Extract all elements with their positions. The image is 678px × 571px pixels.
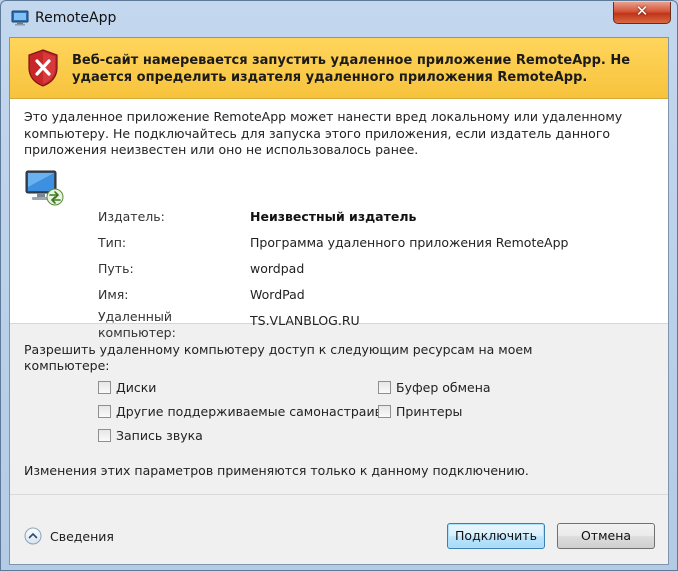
other-devices-label: Другие поддерживаемые самонастраив [116, 404, 382, 419]
printers-checkbox[interactable]: Принтеры [378, 404, 462, 419]
drives-checkbox[interactable]: Диски [98, 380, 156, 395]
printers-label: Принтеры [396, 404, 463, 419]
remote-computer-icon [25, 170, 64, 206]
publisher-label: Издатель: [98, 209, 165, 224]
remote-computer-value: TS.VLANBLOG.RU [250, 313, 360, 328]
chevron-up-icon[interactable] [24, 527, 42, 545]
path-label: Путь: [98, 261, 134, 276]
footer-divider [10, 494, 668, 495]
clipboard-checkbox[interactable]: Буфер обмена [378, 380, 491, 395]
path-value: wordpad [250, 261, 305, 276]
window-title: RemoteApp [35, 10, 117, 26]
publisher-info-pane: Это удаленное приложение RemoteApp может… [10, 99, 668, 340]
checkbox-box[interactable] [98, 381, 111, 394]
audio-recording-checkbox[interactable]: Запись звука [98, 428, 203, 443]
type-label: Тип: [98, 235, 127, 250]
title-bar[interactable]: RemoteApp ✕ [1, 1, 677, 37]
close-button[interactable]: ✕ [613, 2, 671, 24]
close-icon: ✕ [635, 2, 649, 20]
name-label: Имя: [98, 287, 129, 302]
audio-recording-label: Запись звука [116, 428, 203, 443]
connect-button[interactable]: Подключить [447, 523, 545, 549]
checkbox-box[interactable] [378, 381, 391, 394]
publisher-value: Неизвестный издатель [250, 209, 417, 224]
type-value: Программа удаленного приложения RemoteAp… [250, 235, 569, 250]
drives-label: Диски [116, 380, 157, 395]
warning-banner: Веб-сайт намеревается запустить удаленно… [10, 38, 668, 99]
clipboard-label: Буфер обмена [396, 380, 491, 395]
checkbox-box[interactable] [98, 429, 111, 442]
name-value: WordPad [250, 287, 305, 302]
security-warning-shield-icon [28, 49, 58, 87]
remote-computer-label: Удаленный компьютер: [98, 309, 176, 340]
settings-note: Изменения этих параметров применяются то… [24, 463, 529, 478]
remote-desktop-icon [11, 10, 29, 26]
permissions-prompt: Разрешить удаленному компьютеру доступ к… [24, 342, 533, 373]
other-devices-checkbox[interactable]: Другие поддерживаемые самонастраив [98, 404, 382, 419]
cancel-button[interactable]: Отмена [557, 523, 655, 549]
risk-description: Это удаленное приложение RemoteApp может… [24, 109, 623, 157]
remoteapp-dialog: RemoteApp ✕ Веб-сайт намеревается запуст… [0, 0, 678, 571]
checkbox-box[interactable] [98, 405, 111, 418]
warning-message: Веб-сайт намеревается запустить удаленно… [72, 53, 631, 85]
details-toggle[interactable]: Сведения [50, 529, 114, 544]
checkbox-box[interactable] [378, 405, 391, 418]
dialog-content: Веб-сайт намеревается запустить удаленно… [9, 37, 669, 565]
